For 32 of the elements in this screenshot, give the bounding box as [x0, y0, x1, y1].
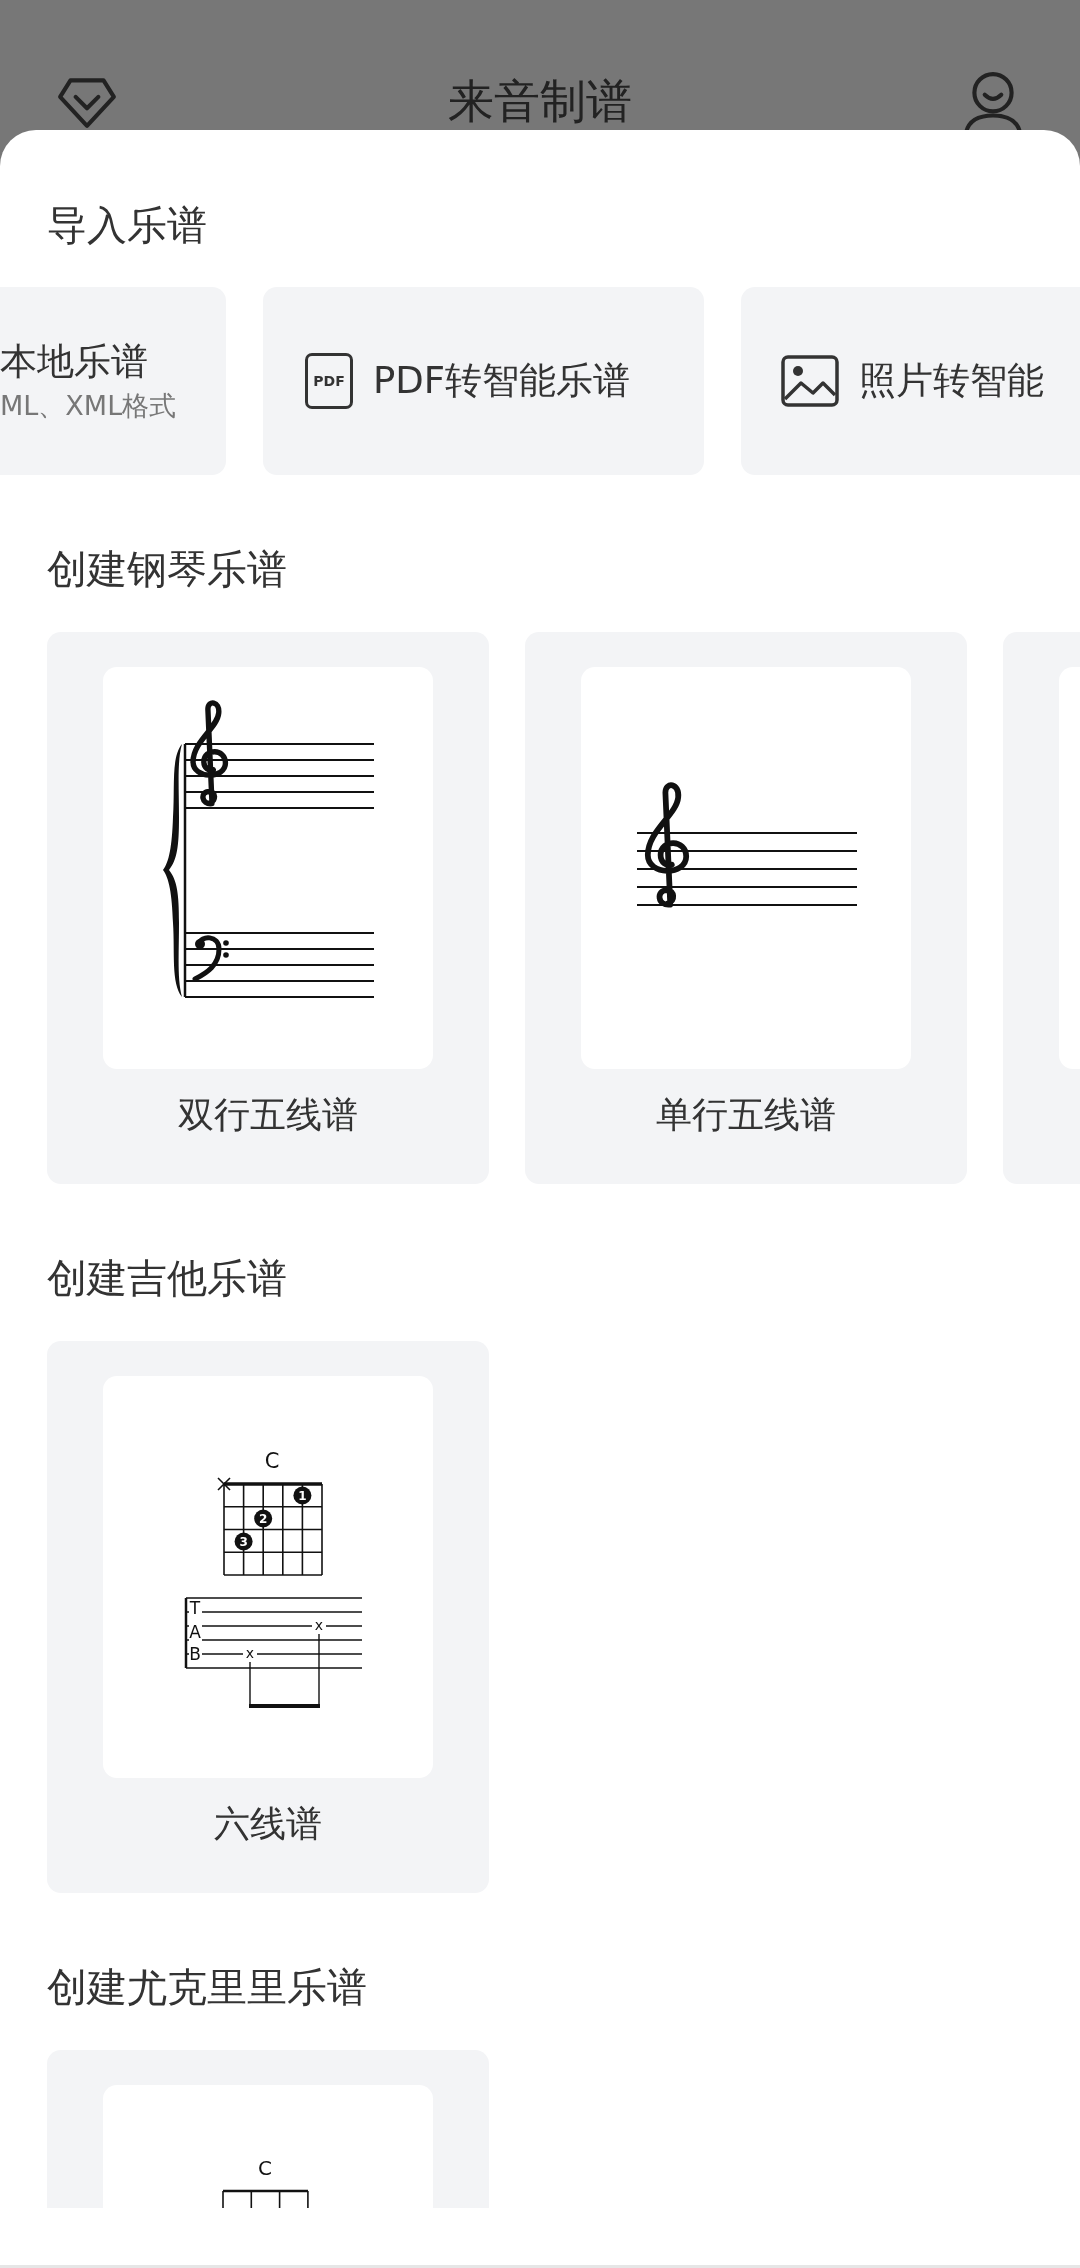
- import-card[interactable]: 照片转智能: [741, 287, 1080, 475]
- template-label: 单行五线谱: [655, 1093, 837, 1137]
- tab-letter: A: [189, 1622, 201, 1642]
- import-card[interactable]: 本地乐谱 ML、XML格式: [0, 287, 226, 475]
- template-card[interactable]: 双行五线谱: [47, 632, 489, 1184]
- tab-letter: T: [189, 1598, 201, 1618]
- section-title: 创建吉他乐谱: [46, 1254, 288, 1303]
- pdf-icon: PDF: [305, 353, 353, 409]
- section-title: 创建尤克里里乐谱: [46, 1963, 368, 2012]
- muted-mark: x: [314, 1617, 324, 1633]
- template-card[interactable]: C 1 2 3 T A B x x 六线谱: [47, 1341, 489, 1893]
- template-label: 六线谱: [213, 1802, 323, 1846]
- app-title: 来音制谱: [448, 73, 632, 130]
- template-card[interactable]: C: [47, 2050, 489, 2208]
- finger-number: 2: [259, 1511, 268, 1526]
- image-icon: [781, 355, 839, 407]
- finger-number: 3: [239, 1534, 248, 1549]
- user-icon[interactable]: [962, 70, 1024, 132]
- chord-name: C: [264, 1449, 280, 1473]
- import-card[interactable]: PDF PDF转智能乐谱: [263, 287, 704, 475]
- section-title: 创建钢琴乐谱: [46, 545, 288, 594]
- import-title: PDF转智能乐谱: [373, 358, 631, 404]
- template-card[interactable]: 单行五线谱: [525, 632, 967, 1184]
- section-title: 导入乐谱: [46, 201, 208, 250]
- chord-name: C: [258, 2156, 272, 2180]
- tab-letter: B: [189, 1644, 201, 1664]
- template-label: 双行五线谱: [177, 1093, 359, 1137]
- import-title: 本地乐谱: [0, 339, 149, 385]
- finger-number: 1: [298, 1488, 307, 1503]
- import-subtitle: ML、XML格式: [0, 389, 177, 423]
- muted-mark: x: [245, 1645, 255, 1661]
- import-title: 照片转智能: [859, 358, 1044, 404]
